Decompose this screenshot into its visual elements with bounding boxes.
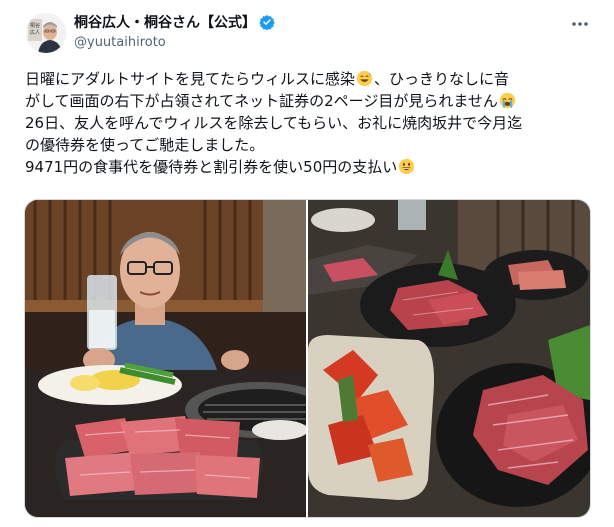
tweet-text-line: 日曜にアダルトサイトを見てたらウィルスに感染 、ひっきりなしに音 <box>25 68 595 90</box>
svg-text:桐谷: 桐谷 <box>30 22 40 29</box>
yakiniku-man-photo-image <box>25 200 306 517</box>
author-handle[interactable]: @yuutaihiroto <box>74 35 275 50</box>
text-segment: 、ひっきりなしに音 <box>374 70 510 88</box>
tweet-card: 桐谷 広人 桐谷広人・桐谷さん【公式】 @yuutaihiroto 日曜にアダル… <box>0 0 614 527</box>
text-segment: 日曜にアダルトサイトを見てたらウィルスに感染 <box>25 70 356 88</box>
tweet-text-line: 26日、友人を呼んでウィルスを除去してもらい、お礼に焼肉坂井で今月迄 <box>25 114 523 132</box>
svg-text:広人: 広人 <box>30 29 40 36</box>
grinning-emoji-icon <box>398 158 415 175</box>
photo-yakiniku-dishes[interactable] <box>308 200 590 517</box>
tweet-text-line: がして画面の右下が占領されてネット証券の2ページ目が見られません <box>25 90 595 112</box>
tweet-text: 日曜にアダルトサイトを見てたらウィルスに感染 、ひっきりなしに音 がして画面の右下… <box>25 68 595 178</box>
tweet-text-line: 9471円の食事代を優待券と割引券を使い50円の支払い <box>25 156 595 178</box>
more-options-icon <box>572 22 588 26</box>
verified-badge-icon <box>259 14 275 31</box>
author-display-name[interactable]: 桐谷広人・桐谷さん【公式】 <box>74 12 256 32</box>
yakiniku-dishes-photo-image <box>308 200 590 517</box>
crying-emoji-icon <box>499 92 516 109</box>
profile-photo: 桐谷 広人 <box>26 13 66 53</box>
tweet-media <box>24 199 591 518</box>
name-row: 桐谷広人・桐谷さん【公式】 <box>74 12 275 32</box>
photo-man-at-yakiniku-table[interactable] <box>25 200 306 517</box>
text-segment: がして画面の右下が占領されてネット証券の2ページ目が見られません <box>25 92 498 110</box>
tweet-header: 桐谷広人・桐谷さん【公式】 @yuutaihiroto <box>74 12 275 50</box>
more-options-button[interactable] <box>568 14 592 34</box>
grinning-sweat-emoji-icon <box>356 70 373 87</box>
author-avatar[interactable]: 桐谷 広人 <box>26 13 66 53</box>
tweet-text-line: の優待券を使ってご馳走しました。 <box>25 136 265 154</box>
text-segment: 9471円の食事代を優待券と割引券を使い50円の支払い <box>25 158 398 176</box>
